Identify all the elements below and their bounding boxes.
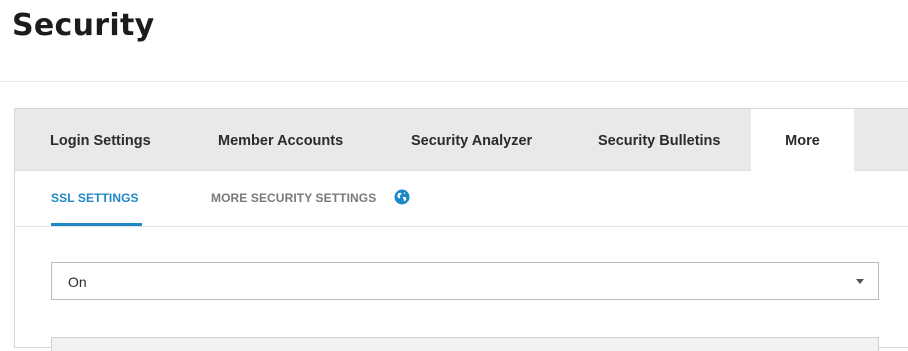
tab-login-settings[interactable]: Login Settings [50, 109, 151, 171]
chevron-down-icon [856, 279, 864, 284]
tab-bar: Login Settings Member Accounts Security … [15, 109, 908, 172]
tab-more[interactable]: More [751, 109, 854, 172]
subtab-ssl-settings[interactable]: SSL SETTINGS [51, 191, 139, 205]
ssl-select-value: On [68, 274, 87, 290]
tab-security-analyzer[interactable]: Security Analyzer [411, 109, 532, 171]
header-divider [0, 81, 908, 82]
subtab-divider [15, 226, 908, 227]
security-panel: Login Settings Member Accounts Security … [14, 108, 908, 351]
tab-member-accounts[interactable]: Member Accounts [218, 109, 343, 171]
next-field[interactable] [51, 337, 879, 351]
page-title: Security [12, 8, 155, 43]
ssl-select[interactable]: On [51, 262, 879, 300]
tab-security-bulletins[interactable]: Security Bulletins [598, 109, 720, 171]
globe-icon[interactable] [394, 189, 410, 205]
subtab-more-security-settings[interactable]: MORE SECURITY SETTINGS [211, 191, 376, 205]
